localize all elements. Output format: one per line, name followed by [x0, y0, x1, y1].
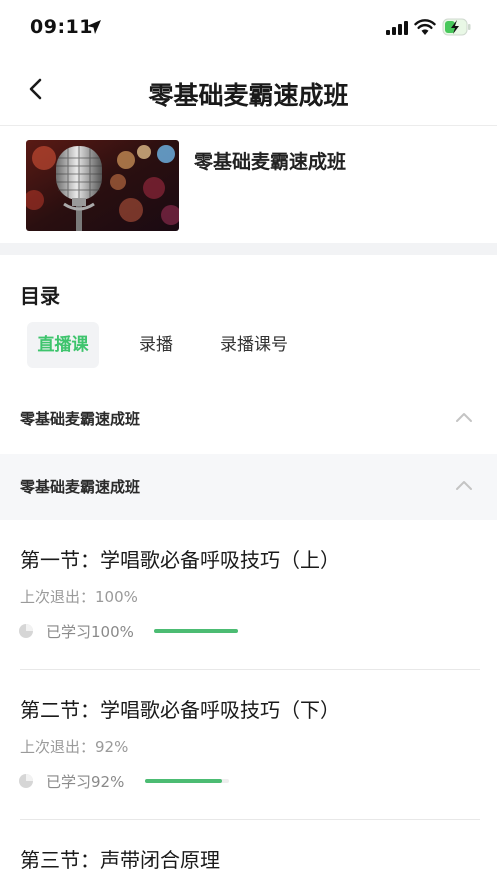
nav-bar: 零基础麦霸速成班	[0, 56, 497, 126]
lesson-progress: 已学习92%	[18, 771, 278, 791]
lesson-item[interactable]: 第一节：学唱歌必备呼吸技巧（上） 上次退出：100% 已学习100%	[0, 520, 497, 670]
location-arrow-icon	[87, 20, 101, 34]
status-time: 09:11	[30, 16, 93, 38]
lesson-title: 第三节：声带闭合原理	[20, 848, 220, 872]
progress-bar	[145, 779, 229, 783]
tab-recorded-course-code[interactable]: 录播课号	[220, 322, 288, 368]
lesson-title: 第二节：学唱歌必备呼吸技巧（下）	[20, 698, 340, 722]
tab-recorded[interactable]: 录播	[139, 322, 173, 368]
course-group-label: 零基础麦霸速成班	[20, 410, 141, 428]
section-divider	[0, 243, 497, 255]
progress-bar-fill	[145, 779, 223, 783]
course-header: 零基础麦霸速成班	[0, 127, 497, 243]
lesson-progress-label: 已学习92%	[46, 773, 125, 791]
page-title: 零基础麦霸速成班	[148, 81, 349, 110]
lesson-title: 第一节：学唱歌必备呼吸技巧（上）	[20, 548, 340, 572]
progress-pie-icon	[19, 624, 33, 638]
chevron-up-icon[interactable]	[455, 478, 473, 492]
course-subgroup-label: 零基础麦霸速成班	[20, 478, 141, 496]
progress-pie-icon	[19, 774, 33, 788]
lesson-item[interactable]: 第二节：学唱歌必备呼吸技巧（下） 上次退出：92% 已学习92%	[0, 670, 497, 820]
lesson-last-exit: 上次退出：100%	[20, 588, 138, 606]
status-bar: 09:11	[0, 0, 497, 56]
lesson-progress-label: 已学习100%	[46, 623, 134, 641]
chevron-up-icon[interactable]	[455, 410, 473, 424]
progress-bar-fill	[154, 629, 238, 633]
course-group-header[interactable]: 零基础麦霸速成班	[0, 386, 497, 452]
progress-bar	[154, 629, 238, 633]
lesson-last-exit: 上次退出：92%	[20, 738, 129, 756]
lesson-item[interactable]: 第三节：声带闭合原理	[0, 820, 497, 883]
wifi-icon	[414, 19, 436, 35]
lesson-progress: 已学习100%	[18, 621, 278, 641]
catalog-heading: 目录	[20, 284, 60, 308]
microphone-image	[26, 140, 179, 231]
battery-charging-icon	[442, 18, 471, 36]
course-subgroup-header[interactable]: 零基础麦霸速成班	[0, 454, 497, 520]
cellular-signal-icon	[386, 21, 408, 35]
course-title: 零基础麦霸速成班	[194, 151, 347, 173]
course-cover-image[interactable]	[26, 140, 179, 231]
tab-live-class[interactable]: 直播课	[27, 322, 99, 368]
